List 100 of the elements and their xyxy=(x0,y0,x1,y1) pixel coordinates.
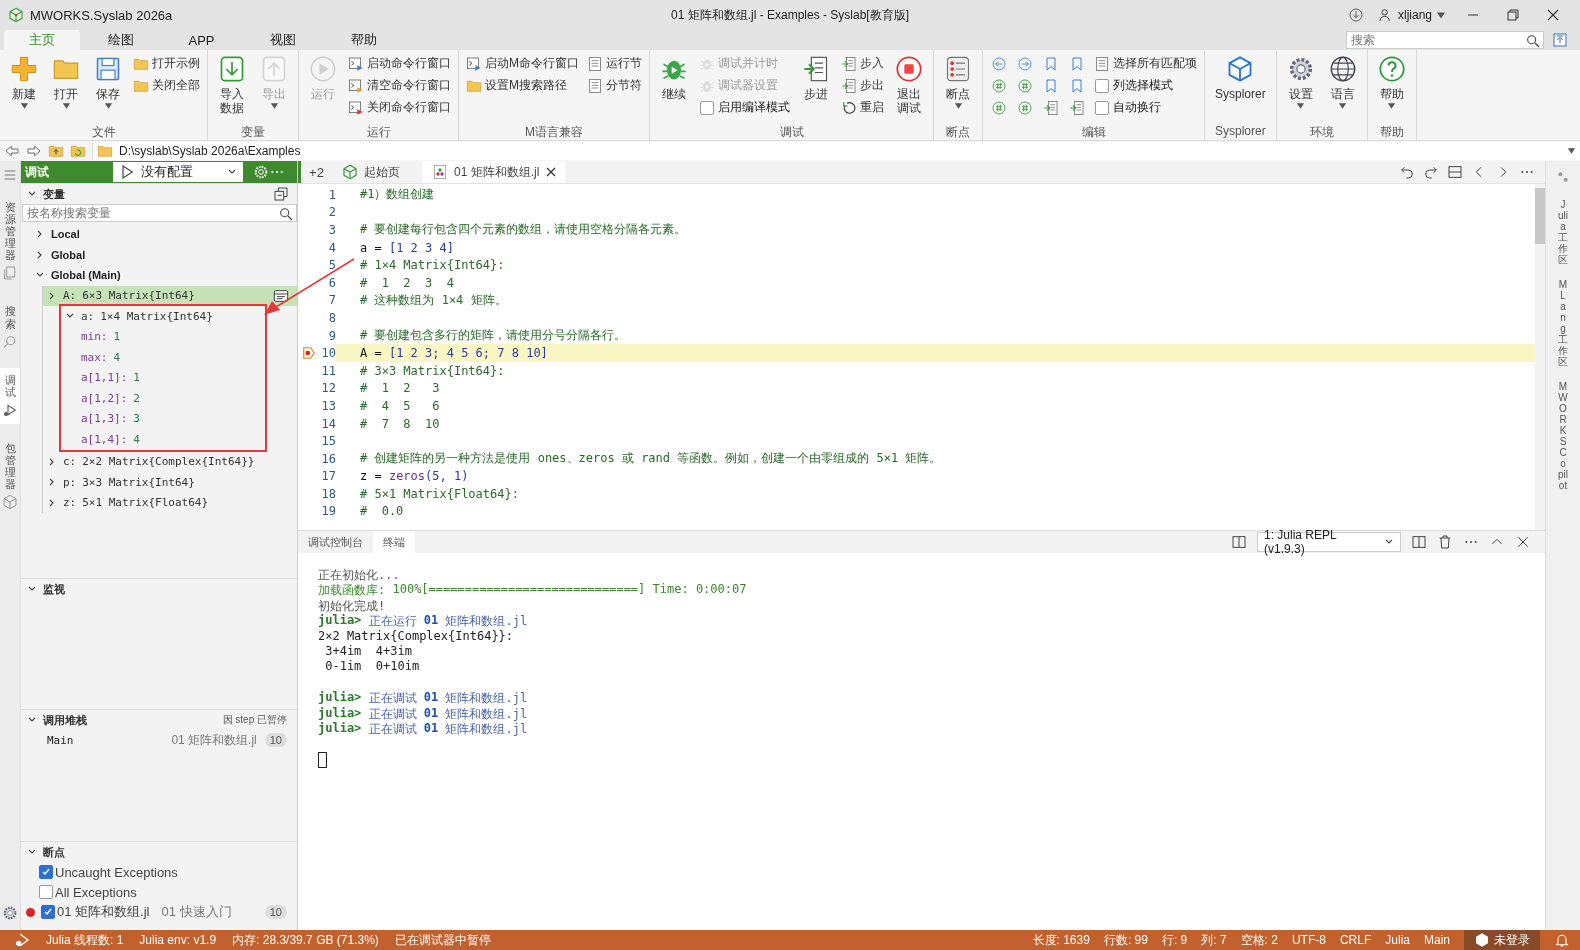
breakpoint-label[interactable]: Uncaught Exceptions xyxy=(55,864,178,880)
collapse-ribbon-icon[interactable] xyxy=(1552,32,1568,48)
ribbon-button[interactable]: 设置 xyxy=(1280,53,1321,111)
activity-tab[interactable]: 调试 xyxy=(0,367,20,424)
path-field[interactable]: D:\syslab\Syslab 2026a\Examples xyxy=(92,142,1580,160)
search-field[interactable]: 搜索 xyxy=(1346,31,1544,49)
section-title[interactable]: 变量 xyxy=(43,186,65,202)
section-title[interactable]: 监视 xyxy=(43,581,65,597)
side-tab[interactable]: Julia 工作区 xyxy=(1558,199,1568,265)
tree-row[interactable]: a[1,1]: 1 xyxy=(61,367,265,388)
settings-icon[interactable] xyxy=(2,905,18,921)
status-item[interactable]: Main xyxy=(1424,933,1450,947)
caret-icon[interactable] xyxy=(1567,148,1576,154)
section-title[interactable]: 断点 xyxy=(43,844,65,860)
activity-tab[interactable]: 包管理器 xyxy=(0,435,20,517)
status-item[interactable]: 行: 9 xyxy=(1161,931,1188,949)
ribbon-tab[interactable]: APP xyxy=(161,30,242,50)
ribbon-button[interactable]: 关闭命令行窗口 xyxy=(345,97,454,118)
editor-tab[interactable]: 01 矩阵和数组.jl xyxy=(422,161,566,183)
ribbon-button[interactable]: 导入 数据 xyxy=(212,53,252,117)
undo-icon[interactable] xyxy=(1399,164,1415,180)
status-item[interactable]: 列: 7 xyxy=(1201,931,1227,949)
ribbon-button[interactable]: 选择所有匹配项 xyxy=(1091,53,1200,74)
ribbon-tab[interactable]: 主页 xyxy=(4,30,80,50)
split-terminal-icon[interactable] xyxy=(1411,534,1427,550)
tree-row[interactable]: Local xyxy=(21,224,297,245)
status-item[interactable]: CRLF xyxy=(1339,933,1372,947)
tree-row[interactable]: A: 6×3 Matrix{Int64} xyxy=(43,285,297,306)
close-icon[interactable] xyxy=(1515,534,1531,550)
ribbon-tab[interactable]: 视图 xyxy=(242,30,323,50)
ribbon-button[interactable]: 保存 xyxy=(88,53,128,111)
status-item[interactable]: 行数: 99 xyxy=(1103,931,1148,949)
redo-icon[interactable] xyxy=(1423,164,1439,180)
search-icon[interactable] xyxy=(1525,33,1541,49)
checkbox[interactable] xyxy=(39,885,53,899)
account-button[interactable]: 未登录 xyxy=(1464,930,1540,950)
ribbon-button[interactable]: 关闭全部 xyxy=(130,75,203,96)
caret-icon[interactable] xyxy=(1436,11,1446,19)
layout-icon[interactable] xyxy=(1231,534,1247,550)
tree-row[interactable]: a: 1×4 Matrix{Int64} xyxy=(61,306,265,327)
close-icon[interactable] xyxy=(1547,9,1559,21)
tree-row[interactable]: min: 1 xyxy=(61,326,265,347)
tree-row[interactable]: Global (Main) xyxy=(21,265,297,286)
editor-tab[interactable]: 起始页 xyxy=(332,161,422,183)
ribbon-button[interactable]: 语言 xyxy=(1322,53,1363,111)
ribbon-button[interactable]: 重启 xyxy=(838,97,887,118)
back-arrow-icon[interactable] xyxy=(4,143,20,159)
ribbon-button[interactable]: 设置M搜索路径 xyxy=(463,75,582,96)
checkbox[interactable] xyxy=(41,905,55,919)
status-item[interactable]: Julia 线程数: 1 xyxy=(46,931,124,949)
tree-row[interactable]: c: 2×2 Matrix{Complex{Int64}} xyxy=(43,451,297,472)
status-item[interactable]: 内存: 28.3/39.7 GB (71.3%) xyxy=(232,931,379,949)
side-tab[interactable]: MWORKS Copilot xyxy=(1558,381,1568,491)
download-icon[interactable] xyxy=(1347,7,1364,23)
ribbon-tab[interactable]: 帮助 xyxy=(323,30,404,50)
close-icon[interactable] xyxy=(545,166,558,178)
status-item[interactable]: 空格: 2 xyxy=(1240,931,1278,949)
split-editor-icon[interactable] xyxy=(1447,164,1463,180)
panel-tab[interactable]: 调试控制台 xyxy=(298,531,373,553)
checkbox[interactable] xyxy=(1095,100,1109,115)
ribbon-button[interactable]: 启动M命令行窗口 xyxy=(463,53,582,74)
ribbon-button[interactable]: 打开示例 xyxy=(130,53,203,74)
overflow-tab[interactable]: +2 xyxy=(298,161,332,183)
tree-row[interactable]: z: 5×1 Matrix{Float64} xyxy=(43,492,297,513)
folder-up-icon[interactable] xyxy=(48,143,64,159)
breakpoint-label[interactable]: 01 矩阵和数组.jl xyxy=(57,903,150,921)
ribbon-button[interactable]: 新建 xyxy=(4,53,44,111)
debug-icon[interactable] xyxy=(14,932,30,948)
ribbon-button[interactable]: 退出 调试 xyxy=(889,53,929,117)
checkbox[interactable] xyxy=(1095,78,1109,93)
ribbon-button[interactable]: 启动命令行窗口 xyxy=(345,53,454,74)
tree-row[interactable]: a[1,2]: 2 xyxy=(61,388,265,409)
checkbox-label[interactable]: 启用编译模式 xyxy=(718,99,790,116)
config-dropdown[interactable]: 没有配置 xyxy=(113,162,243,182)
ribbon-button[interactable]: Sysplorer xyxy=(1209,53,1272,103)
ribbon-button[interactable]: 步出 xyxy=(838,75,887,96)
tree-row[interactable]: max: 4 xyxy=(61,347,265,368)
ribbon-button[interactable]: 分节符 xyxy=(584,75,645,96)
scrollbar-thumb[interactable] xyxy=(1535,188,1545,244)
tree-row[interactable]: a[1,3]: 3 xyxy=(61,408,265,429)
status-item[interactable]: 长度: 1639 xyxy=(1032,931,1090,949)
ribbon-button[interactable]: 步入 xyxy=(838,53,887,74)
activity-tab[interactable]: 搜索 xyxy=(0,299,20,356)
user-name[interactable]: xljiang xyxy=(1397,8,1432,22)
checkbox-label[interactable]: 列选择模式 xyxy=(1113,77,1173,94)
status-item[interactable]: UTF-8 xyxy=(1291,933,1326,947)
breakpoint-arrow-icon[interactable] xyxy=(302,346,316,361)
ribbon-button[interactable]: 清空命令行窗口 xyxy=(345,75,454,96)
status-item[interactable]: Julia xyxy=(1385,933,1410,947)
tree-row[interactable]: p: 3×3 Matrix{Int64} xyxy=(43,472,297,493)
ribbon-button[interactable]: 继续 xyxy=(654,53,694,103)
panel-tab[interactable]: 终端 xyxy=(373,531,415,553)
forward-arrow-icon[interactable] xyxy=(26,143,42,159)
frame-name[interactable]: Main xyxy=(47,733,74,747)
search-icon[interactable] xyxy=(278,206,294,222)
checkbox[interactable] xyxy=(700,100,714,115)
section-title[interactable]: 调用堆栈 xyxy=(43,712,87,728)
checkbox[interactable] xyxy=(39,865,53,879)
bell-icon[interactable] xyxy=(1554,932,1570,948)
ribbon-button[interactable]: 打开 xyxy=(46,53,86,111)
